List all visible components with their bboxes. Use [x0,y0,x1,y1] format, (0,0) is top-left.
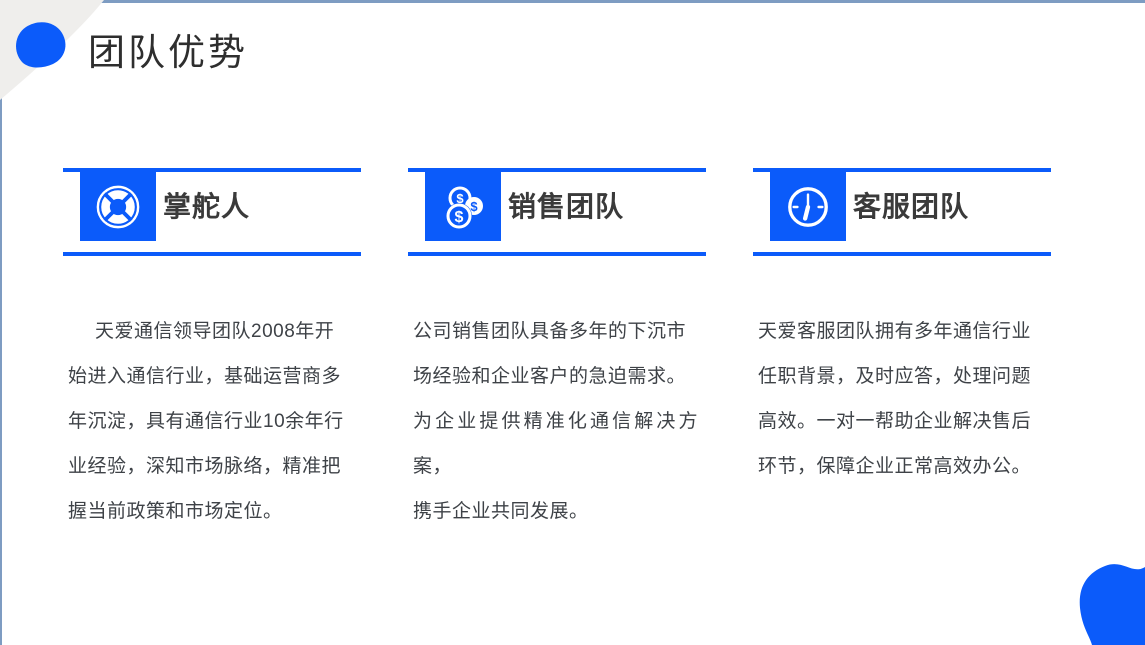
svg-text:$: $ [455,209,464,226]
card-title: 销售团队 [508,172,624,241]
card-header: 客服团队 [753,168,1051,256]
card-header: $ $ $ 销售团队 [408,168,706,256]
card-body-text: 天爱通信领导团队2008年开 始进入通信行业，基础运营商多 年沉淀，具有通信行业… [63,309,353,534]
card-underline [408,252,706,256]
slide-frame-top-border [0,0,1145,3]
coins-icon: $ $ $ [439,183,487,231]
team-cards-row: 掌舵人 天爱通信领导团队2008年开 始进入通信行业，基础运营商多 年沉淀，具有… [63,168,1098,534]
card-underline [753,252,1051,256]
page-title: 团队优势 [88,22,248,76]
card-body-text: 公司销售团队具备多年的下沉市 场经验和企业客户的急迫需求。 为企业提供精准化通信… [408,309,698,534]
clock-icon [785,184,831,230]
top-left-blob-decoration [0,0,90,90]
card-underline [63,252,361,256]
bottom-right-blob-decoration [1060,555,1145,645]
lifebuoy-icon [95,184,141,230]
icon-tile [80,172,156,241]
icon-tile [770,172,846,241]
svg-text:$: $ [470,199,478,214]
icon-tile: $ $ $ [425,172,501,241]
card-helmsman: 掌舵人 天爱通信领导团队2008年开 始进入通信行业，基础运营商多 年沉淀，具有… [63,168,361,534]
card-support-team: 客服团队 天爱客服团队拥有多年通信行业 任职背景，及时应答，处理问题 高效。一对… [753,168,1051,534]
card-title: 客服团队 [853,172,969,241]
card-body-text: 天爱客服团队拥有多年通信行业 任职背景，及时应答，处理问题 高效。一对一帮助企业… [753,309,1043,489]
card-title: 掌舵人 [163,172,250,241]
card-sales-team: $ $ $ 销售团队 公司销售团队具备多年的下沉市 场经验和企业客户的急迫需求。… [408,168,706,534]
card-header: 掌舵人 [63,168,361,256]
